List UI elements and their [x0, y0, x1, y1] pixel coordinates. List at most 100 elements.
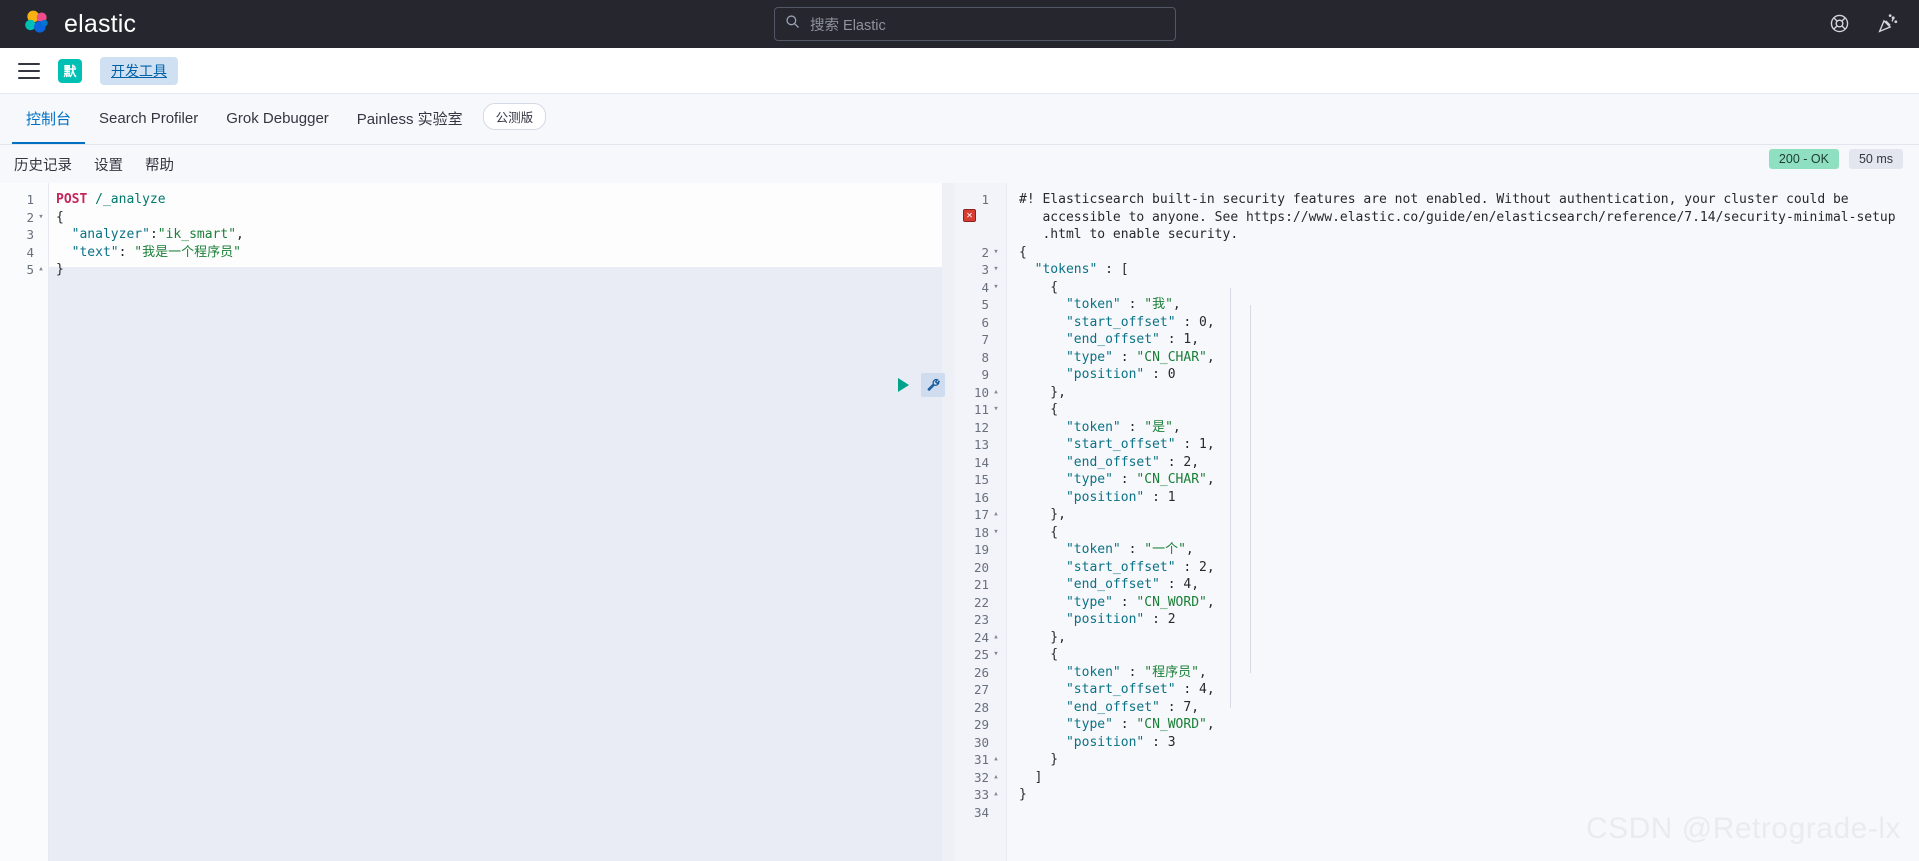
fold-toggle-icon[interactable]: ▾	[991, 279, 1001, 297]
lifebuoy-help-icon[interactable]	[1829, 13, 1851, 35]
line-number: 16	[973, 489, 989, 505]
code-line: 33 ▴}	[955, 786, 1919, 804]
party-popper-news-icon[interactable]	[1877, 13, 1899, 35]
code-text: {	[56, 209, 64, 225]
code-line: 15 "type" : "CN_CHAR",	[955, 471, 1919, 489]
code-line: 4 "text": "我是一个程序员"	[0, 244, 955, 262]
fold-toggle-icon[interactable]: ▾	[991, 524, 1001, 542]
code-text: }	[56, 262, 64, 277]
line-number: 1	[981, 192, 989, 207]
line-number: 1	[26, 192, 34, 207]
global-search-box[interactable]: 搜索 Elastic	[774, 7, 1176, 41]
code-text: {	[1019, 647, 1059, 662]
line-number: 13	[973, 437, 989, 452]
code-line: 9 "position" : 0	[955, 366, 1919, 384]
code-text: "start_offset" : 4,	[1065, 682, 1215, 697]
help-button[interactable]: 帮助	[145, 154, 174, 175]
line-number: 6	[981, 314, 989, 330]
code-text: "start_offset" : 0,	[1065, 314, 1215, 330]
line-number: 8	[981, 349, 989, 365]
code-line: 3 "analyzer":"ik_smart",	[0, 226, 955, 244]
line-number: 27	[973, 682, 989, 697]
code-line: 4 ▾ {	[955, 279, 1919, 297]
response-pane[interactable]: ✕ 1 #! Elasticsearch built-in security fe…	[955, 183, 1919, 861]
header-actions	[1829, 0, 1899, 48]
code-text: "end_offset" : 4,	[1065, 577, 1200, 592]
line-number: 24	[973, 629, 989, 645]
code-line: accessible to anyone. See https://www.el…	[955, 209, 1919, 227]
request-editor[interactable]: 1 POST /_analyze 2 ▾ {3 "analyzer":"ik_smart…	[0, 183, 955, 861]
code-line: 1 #! Elasticsearch built-in security feat…	[955, 191, 1919, 209]
fold-toggle-icon[interactable]: ▾	[991, 244, 1001, 262]
line-number: 17	[973, 507, 989, 522]
response-editor[interactable]: 1 #! Elasticsearch built-in security feat…	[955, 183, 1919, 861]
fold-toggle-icon[interactable]: ▴	[991, 751, 1001, 769]
code-line: 30 "position" : 3	[955, 734, 1919, 752]
tab-console[interactable]: 控制台	[12, 94, 86, 144]
code-line: 26 "token" : "程序员",	[955, 664, 1919, 682]
status-badge: 200 - OK	[1768, 149, 1839, 169]
line-number: 4	[26, 244, 34, 260]
space-avatar[interactable]: 默	[58, 58, 82, 83]
code-line: 18 ▾ {	[955, 524, 1919, 542]
wrench-settings-icon[interactable]	[921, 373, 945, 397]
fold-toggle-icon[interactable]: ▴	[991, 769, 1001, 787]
code-text: #! Elasticsearch built-in security featu…	[1019, 192, 1849, 207]
hamburger-menu-icon[interactable]	[18, 62, 40, 79]
code-text: },	[1019, 507, 1066, 522]
fold-toggle-icon[interactable]: ▴	[991, 786, 1001, 804]
line-number: 28	[973, 699, 989, 715]
breadcrumb-dev-tools[interactable]: 开发工具	[100, 56, 178, 85]
code-line: 6 "start_offset" : 0,	[955, 314, 1919, 332]
code-line: 14 "end_offset" : 2,	[955, 454, 1919, 472]
code-text: "analyzer":"ik_smart",	[71, 227, 244, 242]
fold-toggle-icon[interactable]: ▴	[991, 384, 1001, 402]
code-line: 10 ▴ },	[955, 384, 1919, 402]
console-toolbar: 历史记录 设置 帮助 200 - OK 50 ms	[0, 145, 1919, 183]
dev-tools-tabs: 控制台 Search Profiler Grok Debugger Painle…	[0, 94, 1919, 145]
history-button[interactable]: 历史记录	[14, 154, 72, 175]
code-line: 1 POST /_analyze	[0, 191, 955, 209]
code-text: "type" : "CN_WORD",	[1065, 717, 1215, 732]
brand[interactable]: elastic	[0, 9, 136, 39]
tab-search-profiler[interactable]: Search Profiler	[85, 94, 212, 144]
code-line: .html to enable security.	[955, 226, 1919, 244]
settings-button[interactable]: 设置	[94, 154, 123, 175]
code-text: {	[1019, 244, 1027, 260]
fold-toggle-icon[interactable]: ▴	[36, 261, 46, 279]
code-text: accessible to anyone. See https://www.el…	[1019, 209, 1896, 225]
fold-toggle-icon[interactable]: ▾	[991, 261, 1001, 279]
code-text: "type" : "CN_CHAR",	[1065, 472, 1215, 487]
code-line: 21 "end_offset" : 4,	[955, 576, 1919, 594]
fold-toggle-icon[interactable]: ▾	[991, 401, 1001, 419]
code-text: ]	[1019, 769, 1043, 785]
line-number: 34	[973, 804, 989, 820]
fold-toggle-icon[interactable]: ▾	[991, 646, 1001, 664]
code-text: "end_offset" : 7,	[1065, 699, 1200, 715]
code-line: 2 ▾ {	[0, 209, 955, 227]
code-line: 24 ▴ },	[955, 629, 1919, 647]
tab-painless-lab[interactable]: Painless 实验室	[343, 94, 477, 144]
request-pane[interactable]: 1 POST /_analyze 2 ▾ {3 "analyzer":"ik_smart…	[0, 183, 955, 861]
code-line: 17 ▴ },	[955, 506, 1919, 524]
line-number: 25	[973, 647, 989, 662]
line-number: 10	[973, 384, 989, 400]
fold-toggle-icon[interactable]: ▾	[36, 209, 46, 227]
navigation-bar: 默 开发工具	[0, 48, 1919, 94]
fold-toggle-icon[interactable]: ▴	[991, 506, 1001, 524]
response-badges: 200 - OK 50 ms	[1768, 149, 1903, 169]
code-line: 22 "type" : "CN_WORD",	[955, 594, 1919, 612]
tab-grok-debugger[interactable]: Grok Debugger	[212, 94, 343, 144]
code-line: 23 "position" : 2	[955, 611, 1919, 629]
play-run-request-icon[interactable]	[893, 375, 913, 395]
line-number: 30	[973, 734, 989, 750]
code-text: "tokens" : [	[1034, 262, 1129, 277]
fold-toggle-icon[interactable]: ▴	[991, 629, 1001, 647]
code-text: },	[1019, 629, 1066, 645]
code-text: "end_offset" : 2,	[1065, 454, 1200, 470]
line-number: 12	[973, 419, 989, 435]
code-text: {	[1019, 402, 1059, 417]
code-line: 2 ▾ {	[955, 244, 1919, 262]
line-number: 15	[973, 472, 989, 487]
code-line: 13 "start_offset" : 1,	[955, 436, 1919, 454]
